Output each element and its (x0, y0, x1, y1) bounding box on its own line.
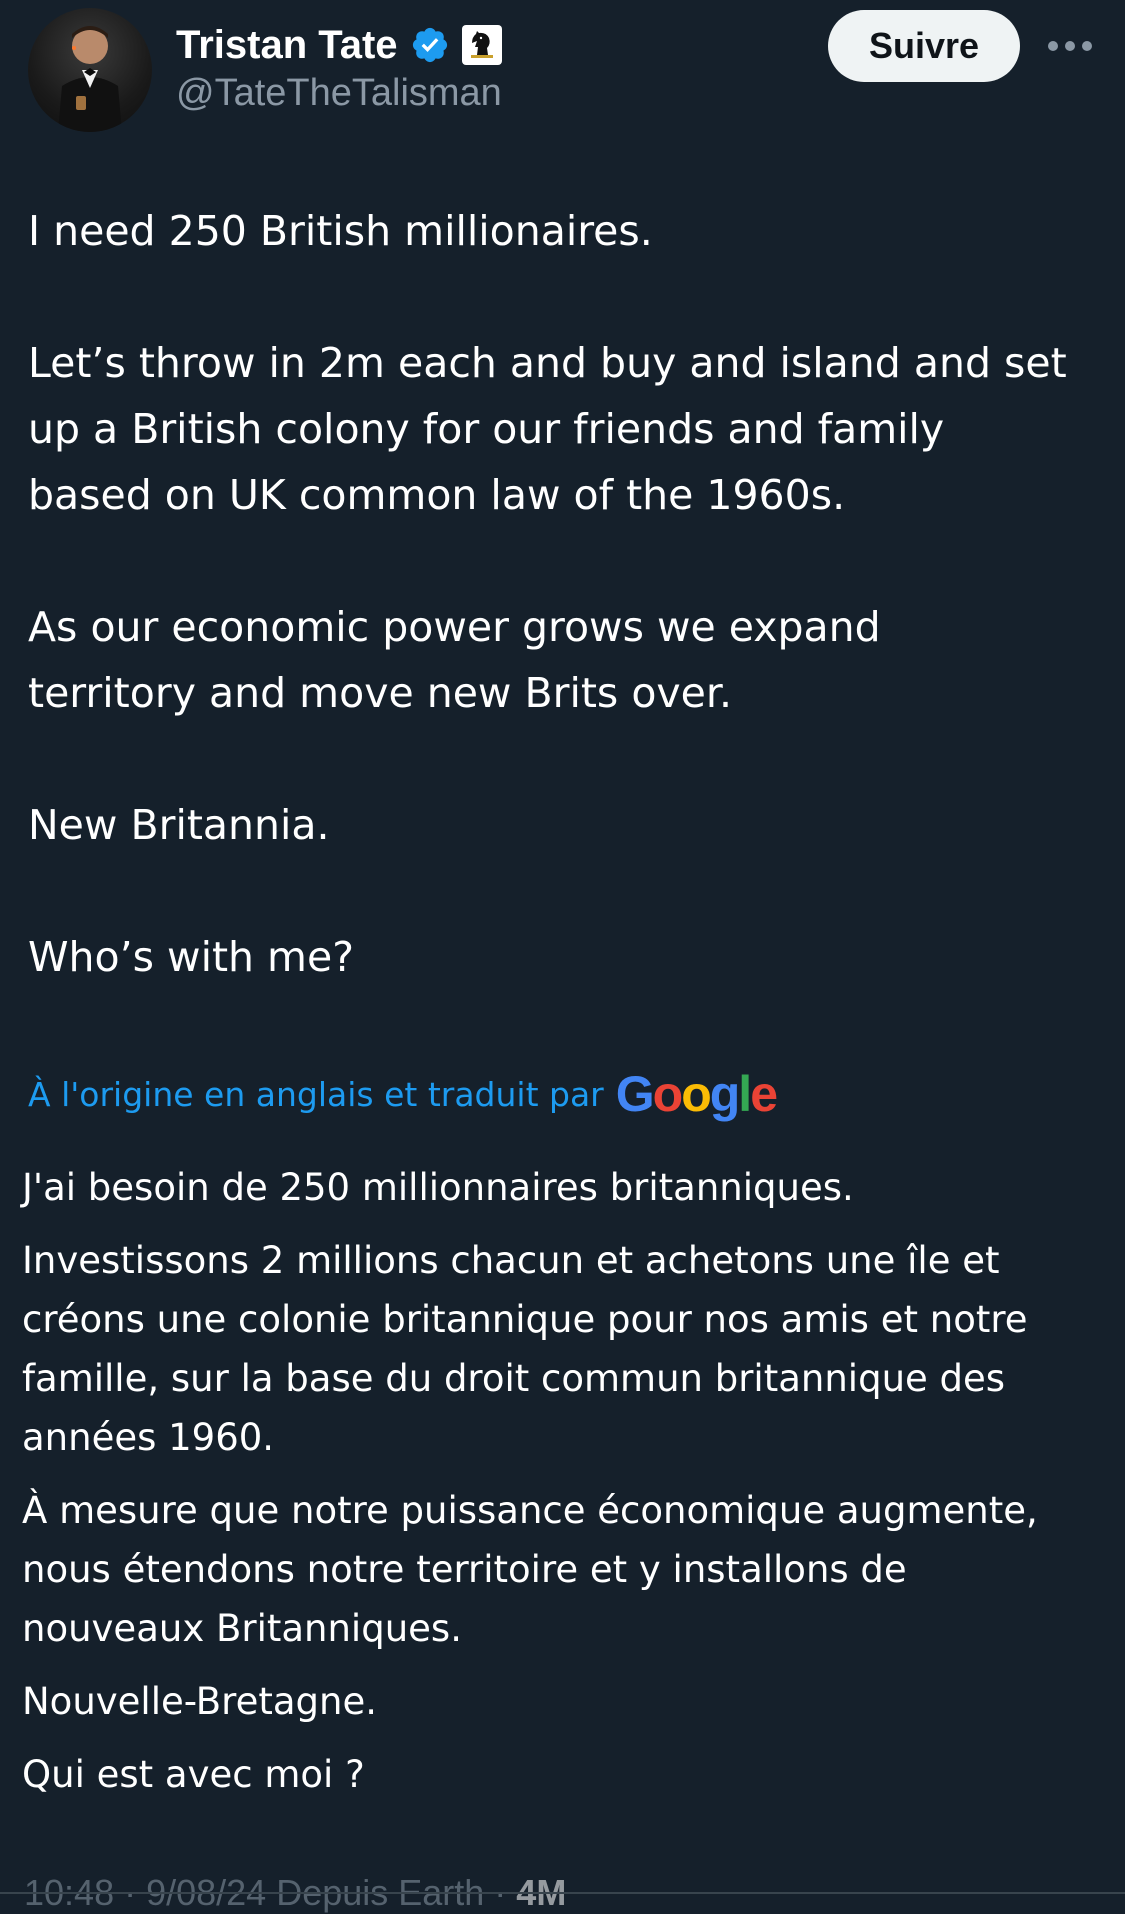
avatar-photo-icon (58, 26, 122, 132)
translated-paragraph: Qui est avec moi ? (22, 1745, 1112, 1804)
author-handle[interactable]: @TateTheTalisman (176, 72, 502, 115)
avatar[interactable] (28, 8, 152, 132)
tweet-header: Tristan Tate @TateTheTalisman Suivre (0, 0, 1125, 140)
translated-line: famille, sur la base du droit commun bri… (22, 1357, 1006, 1400)
translated-paragraph: À mesure que notre puissance économique … (22, 1481, 1112, 1658)
affiliate-badge[interactable] (461, 25, 502, 65)
tweet-paragraph: As our economic power grows we expand ter… (28, 594, 1108, 726)
tweet-line: I need 250 British millionaires. (28, 207, 653, 255)
tweet-text: I need 250 British millionaires. Let’s t… (28, 198, 1108, 990)
translated-text: J'ai besoin de 250 millionnaires britann… (22, 1158, 1112, 1818)
translated-line: Investissons 2 millions chacun et acheto… (22, 1239, 1000, 1282)
tweet-paragraph: Who’s with me? (28, 924, 1108, 990)
translated-line: créons une colonie britannique pour nos … (22, 1298, 1028, 1341)
tweet-line: As our economic power grows we expand (28, 603, 881, 651)
more-options-button[interactable] (1042, 24, 1098, 68)
tweet-line: New Britannia. (28, 801, 330, 849)
google-logo: Google (615, 1066, 778, 1122)
tweet-line: based on UK common law of the 1960s. (28, 471, 846, 519)
translated-line: nouveaux Britanniques. (22, 1607, 462, 1650)
translation-attribution[interactable]: À l'origine en anglais et traduit par Go… (28, 1066, 778, 1122)
knight-chess-icon (470, 31, 493, 58)
tweet-paragraph: Let’s throw in 2m each and buy and islan… (28, 330, 1108, 528)
translated-paragraph: Investissons 2 millions chacun et acheto… (22, 1231, 1112, 1467)
follow-button[interactable]: Suivre (828, 10, 1020, 82)
verified-badge-icon[interactable] (410, 25, 450, 65)
display-name[interactable]: Tristan Tate (176, 23, 398, 68)
translated-line: J'ai besoin de 250 millionnaires britann… (22, 1166, 854, 1209)
tweet-line: Let’s throw in 2m each and buy and islan… (28, 339, 1067, 387)
tweet-line: Who’s with me? (28, 933, 354, 981)
translated-line: À mesure que notre puissance économique … (22, 1489, 1038, 1532)
translation-label[interactable]: À l'origine en anglais et traduit par (28, 1075, 604, 1114)
translated-line: Qui est avec moi ? (22, 1753, 365, 1796)
translated-line: nous étendons notre territoire et y inst… (22, 1548, 907, 1591)
translated-line: Nouvelle-Bretagne. (22, 1680, 377, 1723)
more-dots-icon (1048, 41, 1092, 51)
divider (0, 1892, 1125, 1894)
translated-paragraph: Nouvelle-Bretagne. (22, 1672, 1112, 1731)
translated-paragraph: J'ai besoin de 250 millionnaires britann… (22, 1158, 1112, 1217)
tweet-paragraph: I need 250 British millionaires. (28, 198, 1108, 264)
author-name-row: Tristan Tate (176, 20, 502, 70)
tweet-line: up a British colony for our friends and … (28, 405, 945, 453)
translated-line: années 1960. (22, 1416, 275, 1459)
tweet-line: territory and move new Brits over. (28, 669, 733, 717)
tweet-paragraph: New Britannia. (28, 792, 1108, 858)
